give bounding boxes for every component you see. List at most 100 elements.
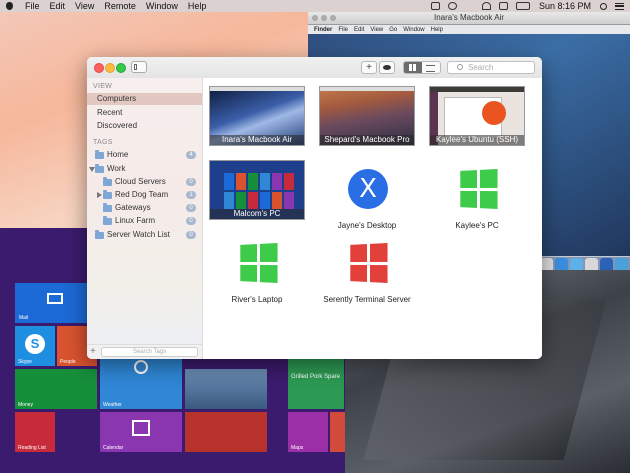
folder-icon [103,203,112,212]
bluetooth-icon[interactable] [465,2,474,10]
tile-label: Money [18,402,34,408]
window-toolbar[interactable]: + Search [87,57,542,79]
computer-label: Inara's Macbook Air [210,135,304,145]
add-tag-button[interactable]: + [90,346,96,357]
computer-item[interactable]: Serently Terminal Server [319,234,415,304]
sidebar-toggle-button[interactable] [131,61,147,73]
computer-label: Shepard's Macbook Pro [320,135,414,145]
sidebar-tag-gateways[interactable]: Gateways 0 [87,202,202,214]
computer-label: River's Laptop [231,295,283,304]
close-button[interactable] [94,63,104,73]
volume-icon[interactable] [498,2,508,10]
computer-grid: Inara's Macbook Air Shepard's Macbook Pr… [203,78,542,359]
remote-window-controls[interactable] [312,15,336,21]
tile-news-2[interactable] [185,412,267,452]
battery-icon[interactable] [515,2,530,10]
apple-icon[interactable] [4,1,16,11]
menu-edit[interactable]: Edit [50,1,66,11]
remote-menu-item[interactable]: Go [389,27,397,33]
menu-file[interactable]: File [25,1,40,11]
folder-icon [103,190,112,199]
minimize-button[interactable] [105,63,115,73]
tile-label: Calendar [103,445,124,451]
sidebar-tag-cloud-servers[interactable]: Cloud Servers 0 [87,176,202,188]
sidebar-tag-linux-farm[interactable]: Linux Farm 0 [87,215,202,227]
menu-help[interactable]: Help [188,1,207,11]
x-window-system-icon: X [348,169,388,209]
tile-skype[interactable]: S Skype [15,326,55,366]
remote-menu-item[interactable]: View [370,27,383,33]
tag-count-badge: 4 [186,151,196,159]
disclosure-triangle-icon[interactable] [97,192,102,198]
remote-menu-item[interactable]: File [338,27,348,33]
remote-menu-item[interactable]: Window [403,27,424,33]
computer-item[interactable]: Malcom's PC [209,160,305,220]
menu-view[interactable]: View [75,1,94,11]
search-placeholder: Search [468,63,494,72]
computer-item[interactable]: Kaylee's PC [429,160,525,230]
tag-label: Gateways [115,203,151,212]
tile-partial[interactable] [330,412,345,452]
grid-view-icon[interactable] [404,62,422,73]
menu-window[interactable]: Window [146,1,178,11]
spotlight-icon[interactable] [600,2,607,10]
menu-remote[interactable]: Remote [104,1,136,11]
remote-menu-item[interactable]: Help [431,27,443,33]
add-computer-button[interactable]: + [361,61,377,74]
computer-label: Malcom's PC [210,209,304,219]
tag-label: Home [107,150,129,159]
tile-mail[interactable]: Mail [15,283,97,323]
tile-maps[interactable]: Maps [288,412,328,452]
tile-label: People [60,359,76,365]
remote-mac-titlebar[interactable]: Inara's Macbook Air [308,12,630,25]
screenshot-thumbnail: Inara's Macbook Air [209,86,305,146]
sidebar-item-computers[interactable]: Computers [87,93,202,105]
tag-label: Cloud Servers [115,177,166,186]
search-icon [457,64,463,70]
search-input[interactable]: Search [447,61,535,74]
computer-label: Serently Terminal Server [323,295,411,304]
tile-news[interactable] [185,369,267,409]
tile-reading-list[interactable]: Reading List [15,412,55,452]
eye-icon[interactable] [379,61,395,74]
ubuntu-logo-icon [482,101,506,125]
sidebar-item-recent[interactable]: Recent [87,107,202,119]
sidebar-tag-server-watch-list[interactable]: Server Watch List 0 [87,229,202,241]
zoom-button[interactable] [116,63,126,73]
sidebar-item-label: Recent [97,108,123,117]
computer-label: Kaylee's PC [455,221,499,230]
screenshot-thumbnail: Malcom's PC [209,160,305,220]
tag-count-badge: 1 [186,191,196,199]
remote-menu-item[interactable]: Edit [354,27,364,33]
sun-icon [134,360,148,374]
computer-item[interactable]: Shepard's Macbook Pro [319,86,415,146]
computer-item[interactable]: X Jayne's Desktop [319,160,415,230]
sidebar-header-view: VIEW [93,83,113,90]
tile-food[interactable]: Grilled Pork Spare [288,356,344,409]
sidebar-tag-work[interactable]: Work [87,163,202,175]
computer-item[interactable]: River's Laptop [209,234,305,304]
computer-item[interactable]: Inara's Macbook Air [209,86,305,146]
list-view-icon[interactable] [422,62,440,73]
airplay-icon[interactable] [430,2,440,10]
tile-weather[interactable]: Weather [100,356,182,409]
menubar-status-area: Sun 8:16 PM [427,1,630,11]
remote-desktop-app-window[interactable]: + Search VIEW Computers Recent Discovere… [87,57,542,359]
sidebar-tag-red-dog-team[interactable]: Red Dog Team 1 [87,189,202,201]
computer-item[interactable]: Kaylee's Ubuntu (SSH) [429,86,525,146]
sidebar-tag-home[interactable]: Home 4 [87,149,202,161]
tag-search-input[interactable]: Search Tags [101,347,198,357]
tile-calendar[interactable]: Calendar [100,412,182,452]
skype-icon: S [25,334,45,354]
notification-center-icon[interactable] [615,2,624,10]
sidebar-item-discovered[interactable]: Discovered [87,120,202,132]
time-machine-icon[interactable] [447,2,457,10]
menu-bar: File Edit View Remote Window Help Sun 8:… [0,0,630,12]
tile-label: Weather [103,402,122,408]
tile-money[interactable]: Money [15,369,97,409]
tag-count-badge: 0 [186,178,196,186]
wifi-icon[interactable] [481,2,491,10]
menubar-clock[interactable]: Sun 8:16 PM [539,1,591,11]
remote-menu-item[interactable]: Finder [314,27,332,33]
view-mode-segmented-control[interactable] [403,61,441,74]
